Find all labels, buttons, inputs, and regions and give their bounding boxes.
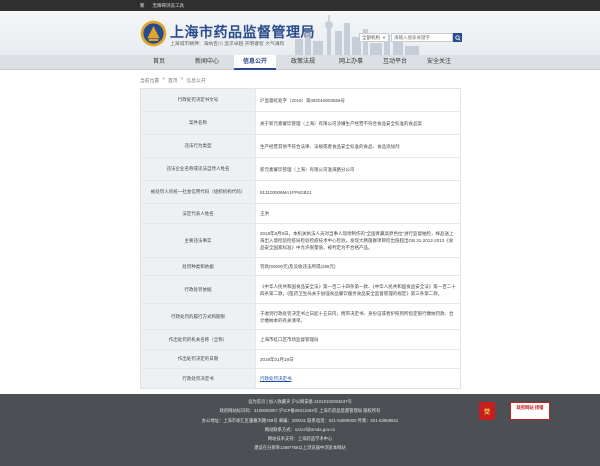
- field-value: 新元素餐饮管理（上海）有限公司淮海路分公司: [260, 166, 355, 172]
- site-header: 上海市药品监督管理局 上海城市精神：海纳百川 追求卓越 开明睿智 大气谦和 全部…: [0, 11, 600, 55]
- breadcrumb-current-link[interactable]: 信息公开: [186, 77, 205, 84]
- penalty-detail-table: 行政处罚决定书文号 沪监督虹处字（2019）第092018003566号 案件名…: [140, 88, 461, 389]
- field-label: 违法企业名称或违法自然人姓名: [141, 158, 256, 180]
- chevron-down-icon: ▼: [382, 35, 386, 40]
- gov-website-error-report-badge[interactable]: 政府网站 找错: [510, 402, 550, 420]
- table-row: 行政处罚决定书 行政处罚决定书: [141, 369, 460, 388]
- field-label: 行政处罚依据: [141, 276, 256, 303]
- field-value: 王洪: [260, 211, 269, 216]
- accessibility-tool-link[interactable]: 无障碍浏览工具: [153, 1, 185, 10]
- field-value: 2018年8月9日，本机关执法人员对当事人现场制作的“全国青藏高原色拉”进行监督…: [260, 231, 454, 250]
- table-row: 违法行为类型 生产经营其他不符合法律、法规或者食品安全标准的食品、食品添加剂: [141, 135, 460, 158]
- table-row: 法定代表人姓名 王洪: [141, 204, 460, 224]
- footer-tech-support: 网站技术支持：上海药品学术中心: [267, 436, 333, 441]
- nav-item-info-disclosure[interactable]: 信息公开: [234, 55, 276, 70]
- breadcrumb: 当前位置 > 首页 > 信息公开: [140, 77, 206, 84]
- table-row: 作出处罚的机关名称（全称） 上海市虹口区市场监督管理局: [141, 330, 460, 350]
- nav-item-news[interactable]: 新闻中心: [186, 55, 228, 70]
- table-row: 违法企业名称或违法自然人姓名 新元素餐饮管理（上海）有限公司淮海路分公司: [141, 158, 460, 181]
- field-label: 法定代表人姓名: [141, 204, 256, 223]
- field-value: 于收到行政处罚决定书之日起十五日内，携带决定书、身份证或者护照到所指定银行缴纳罚…: [260, 310, 454, 323]
- search-scope-select[interactable]: 全部机构 ▼: [359, 33, 389, 42]
- field-value: 罚款(50000元)及没收违法所得(288元): [260, 264, 336, 269]
- nav-item-interaction[interactable]: 互动平台: [374, 55, 416, 70]
- field-label: 违法行为类型: [141, 135, 256, 157]
- breadcrumb-separator: >: [162, 77, 166, 82]
- field-value: 生产经营其他不符合法律、法规或者食品安全标准的食品、食品添加剂: [260, 143, 400, 149]
- table-row: 行政处罚决定书文号 沪监督虹处字（2019）第092018003566号: [141, 89, 460, 112]
- nav-item-policies[interactable]: 政策法规: [282, 55, 324, 70]
- field-label: 作出处罚决定的日期: [141, 350, 256, 368]
- search-scope-value: 全部机构: [362, 34, 380, 40]
- field-label: 行政处罚决定书: [141, 369, 256, 388]
- top-utility-bar: 繁 无障碍浏览工具: [0, 0, 600, 11]
- field-label: 案件名称: [141, 112, 256, 134]
- nav-item-safety[interactable]: 安全关注: [418, 55, 460, 70]
- nav-item-online-services[interactable]: 网上办事: [330, 55, 372, 70]
- search-button[interactable]: [453, 33, 462, 42]
- table-row: 处罚种类和依据 罚款(50000元)及没收违法所得(288元): [141, 258, 460, 276]
- table-row: 案件名称 关于新元素餐饮管理（上海）有限公司涉嫌生产经营不符合食品安全标准的食品…: [141, 112, 460, 135]
- field-value: 2019年01月18日: [260, 356, 294, 362]
- table-row: 行政处罚的履行方式和期限 于收到行政处罚决定书之日起十五日内，携带决定书、身份证…: [141, 304, 460, 330]
- search-icon: [454, 34, 461, 41]
- field-label: 主要违法事实: [141, 224, 256, 257]
- site-footer: 设为首页 | 加入收藏夹 沪公网安备 31010102004637号 政府网站标…: [0, 394, 600, 466]
- footer-browser-note: 建议在分辨率1366*768以上浏览器中浏览本网站: [254, 445, 346, 450]
- table-row: 主要违法事实 2018年8月9日，本机关执法人员对当事人现场制作的“全国青藏高原…: [141, 224, 460, 258]
- table-row: 被处罚人的统一社会信用代码（组织机构代码） 913100006MA1FP6GB2…: [141, 181, 460, 204]
- field-value: 913100006MA1FP6GB2J: [260, 189, 312, 195]
- field-value: 沪监督虹处字（2019）第092018003566号: [260, 97, 346, 103]
- breadcrumb-prefix: 当前位置: [140, 79, 160, 84]
- field-value: 关于新元素餐饮管理（上海）有限公司涉嫌生产经营不符合食品安全标准的食品案: [260, 120, 422, 126]
- penalty-decision-link[interactable]: 行政处罚决定书: [256, 369, 460, 388]
- field-value: 《中华人民共和国食品安全法》第一百二十四条第一款、《中华人民共和国食品安全法》第…: [260, 283, 456, 296]
- field-label: 作出处罚的机关名称（全称）: [141, 330, 256, 349]
- field-label: 行政处罚的履行方式和期限: [141, 304, 256, 329]
- field-label: 被处罚人的统一社会信用代码（组织机构代码）: [141, 181, 256, 203]
- agency-logo-icon[interactable]: [140, 20, 167, 47]
- party-badge-label: 党: [483, 409, 490, 416]
- breadcrumb-home-link[interactable]: 首页: [168, 77, 178, 84]
- site-slogan: 上海城市精神：海纳百川 追求卓越 开明睿智 大气谦和: [170, 42, 285, 47]
- table-row: 行政处罚依据 《中华人民共和国食品安全法》第一百二十四条第一款、《中华人民共和国…: [141, 276, 460, 304]
- main-nav: 首页 新闻中心 信息公开 政策法规 网上办事 互动平台 安全关注: [0, 55, 600, 70]
- nav-item-home[interactable]: 首页: [140, 55, 178, 70]
- field-value: 上海市虹口区市场监督管理局: [260, 337, 319, 342]
- field-label: 处罚种类和依据: [141, 258, 256, 275]
- table-row: 作出处罚决定的日期 2019年01月18日: [141, 350, 460, 369]
- traditional-chinese-link[interactable]: 繁: [140, 1, 145, 10]
- footer-contact-email[interactable]: 网站联系方式：szzxzf@smda.gov.cn: [0, 427, 600, 433]
- search-input[interactable]: [391, 33, 453, 42]
- field-label: 行政处罚决定书文号: [141, 89, 256, 111]
- breadcrumb-separator: >: [180, 77, 184, 82]
- party-badge-icon[interactable]: 党: [479, 402, 495, 420]
